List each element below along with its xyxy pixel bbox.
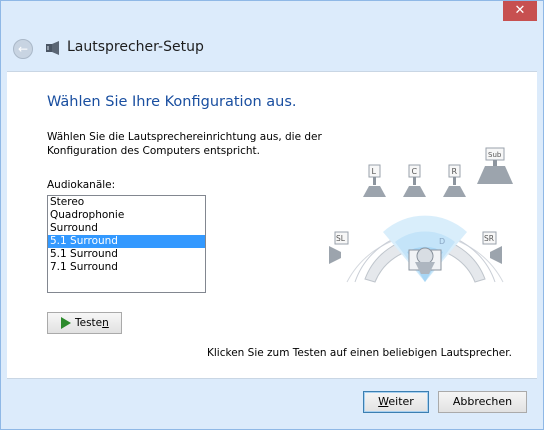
list-item[interactable]: Stereo [48, 196, 205, 209]
speaker-label-sr: SR [484, 234, 494, 243]
speaker-front-left[interactable]: L [363, 164, 386, 197]
page-heading: Wählen Sie Ihre Konfiguration aus. [47, 94, 297, 110]
list-item[interactable]: Quadrophonie [48, 209, 205, 222]
speaker-label-r: R [452, 167, 458, 176]
cancel-button[interactable]: Abbrechen [438, 391, 527, 413]
list-item[interactable]: 5.1 Surround [48, 248, 205, 261]
close-button[interactable]: ✕ [503, 1, 537, 21]
description-text: Wählen Sie die Lautsprechereinrichtung a… [47, 131, 322, 157]
speaker-app-icon [46, 41, 59, 55]
list-item[interactable]: Surround [48, 222, 205, 235]
header: ← Lautsprecher-Setup [1, 25, 543, 71]
speaker-front-right[interactable]: R [443, 164, 466, 197]
audio-channels-listbox[interactable]: Stereo Quadrophonie Surround 5.1 Surroun… [47, 195, 206, 293]
footer: Weiter Abbrechen [1, 379, 543, 429]
speaker-label-c: C [412, 167, 418, 176]
audio-channels-label: Audiokanäle: [47, 179, 116, 191]
speaker-label-sub: Sub [488, 151, 502, 159]
test-button-label: Testen [75, 317, 109, 329]
speaker-label-l: L [372, 167, 377, 176]
test-button[interactable]: Testen [47, 312, 122, 334]
speaker-surround-left[interactable]: SL [329, 231, 349, 264]
list-item[interactable]: 7.1 Surround [48, 261, 205, 274]
content-area: Wählen Sie Ihre Konfiguration aus. Wähle… [7, 71, 537, 379]
speaker-setup-window: ✕ ← Lautsprecher-Setup Wählen Sie Ihre K… [0, 0, 544, 430]
window-title: Lautsprecher-Setup [67, 39, 204, 55]
hint-text: Klicken Sie zum Testen auf einen beliebi… [207, 347, 512, 359]
speaker-label-sl: SL [336, 234, 346, 243]
back-arrow-icon[interactable]: ← [13, 39, 33, 59]
speaker-center[interactable]: C [403, 164, 426, 197]
list-item-selected[interactable]: 5.1 Surround [48, 235, 205, 248]
play-icon [61, 317, 71, 329]
speaker-diagram: D L C R Sub SL SR [329, 147, 513, 283]
speaker-subwoofer[interactable]: Sub [477, 147, 513, 184]
next-button[interactable]: Weiter [363, 391, 429, 413]
svg-text:D: D [439, 237, 445, 246]
